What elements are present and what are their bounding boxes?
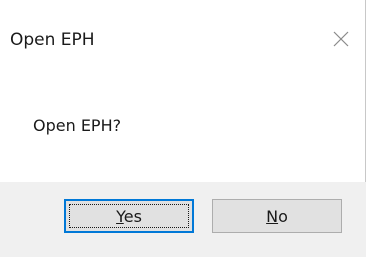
no-button[interactable]: No bbox=[212, 199, 342, 233]
no-label-rest: o bbox=[278, 206, 288, 226]
dialog: Open EPH Open EPH? Yes No bbox=[0, 0, 366, 257]
yes-button[interactable]: Yes bbox=[64, 199, 194, 233]
button-bar: Yes No bbox=[0, 182, 366, 257]
no-mnemonic: N bbox=[266, 206, 279, 226]
yes-mnemonic: Y bbox=[116, 206, 124, 226]
dialog-message: Open EPH? bbox=[33, 116, 122, 135]
no-button-label: No bbox=[266, 207, 288, 226]
yes-button-label: Yes bbox=[116, 207, 142, 226]
close-icon[interactable] bbox=[330, 28, 352, 50]
yes-label-rest: es bbox=[123, 206, 142, 226]
dialog-title: Open EPH bbox=[10, 30, 95, 50]
